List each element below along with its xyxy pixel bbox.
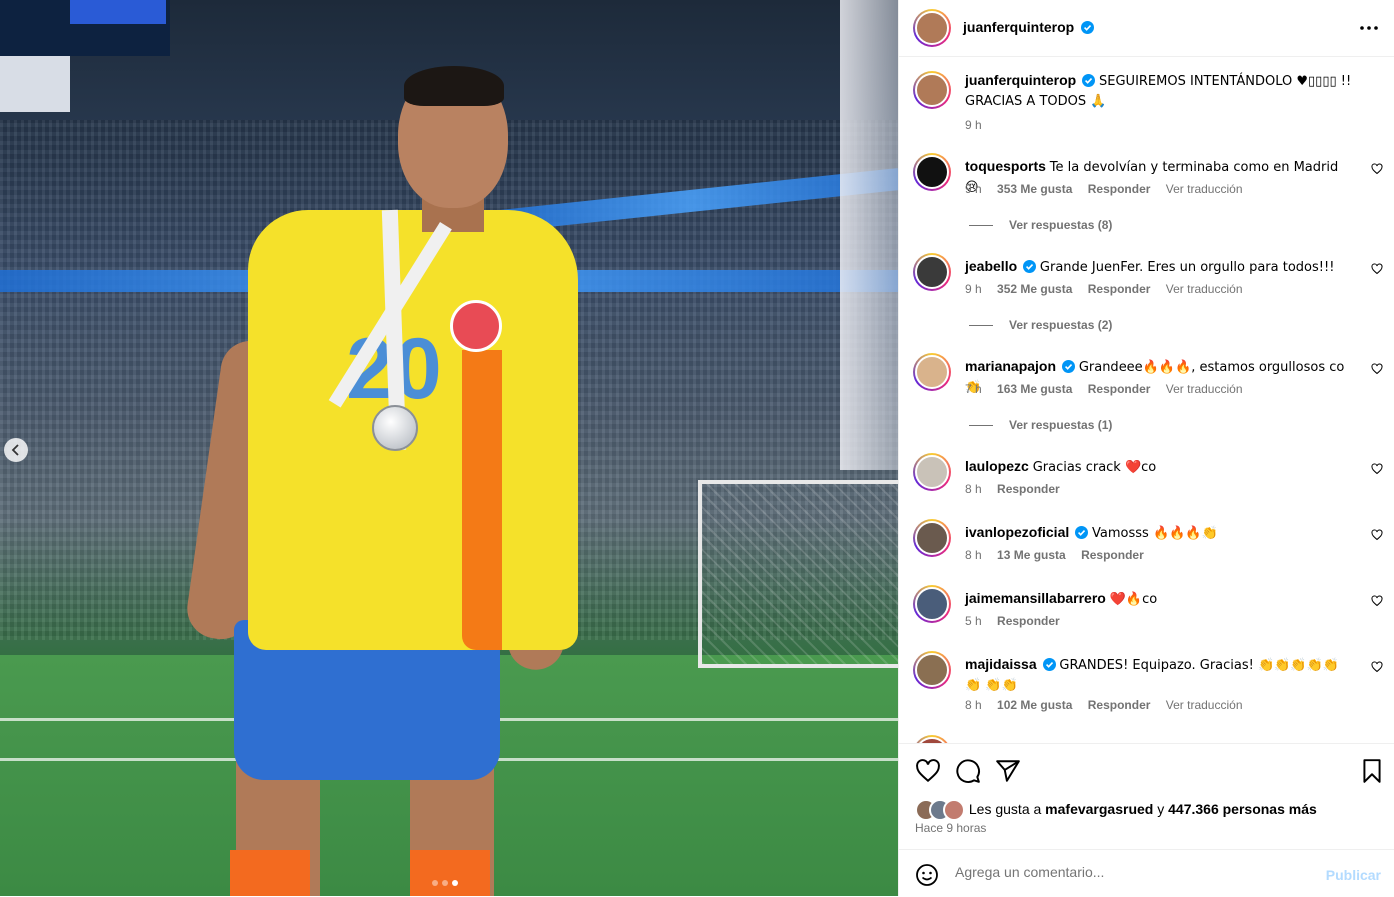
verified-icon: [1075, 526, 1089, 539]
comment-likes[interactable]: 102 Me gusta: [997, 698, 1072, 712]
comment-avatar[interactable]: [913, 519, 951, 557]
verified-icon: [1042, 658, 1056, 671]
medal: [372, 405, 418, 451]
comment-username[interactable]: laulopezc: [965, 458, 1029, 474]
stadium-panel: [0, 56, 70, 112]
author-username[interactable]: juanferquinterop: [963, 19, 1074, 35]
verified-icon: [1023, 260, 1037, 273]
verified-icon: [1061, 360, 1075, 373]
comment-avatar[interactable]: [913, 735, 951, 743]
comment-time: 5 h: [965, 614, 982, 628]
post-panel: juanferquinterop juanferquinterop SEGUIR…: [898, 0, 1394, 896]
add-comment-bar: Publicar: [899, 849, 1394, 897]
translate-link[interactable]: Ver traducción: [1166, 182, 1243, 196]
comment-avatar[interactable]: [913, 651, 951, 689]
bookmark-icon[interactable]: [1359, 758, 1385, 784]
heart-icon[interactable]: [1371, 595, 1383, 607]
author-avatar[interactable]: [913, 71, 951, 109]
likes-others[interactable]: 447.366 personas más: [1168, 801, 1317, 817]
translate-link[interactable]: Ver traducción: [1166, 698, 1243, 712]
comment-text: Grande JuenFer. Eres un orgullo para tod…: [1039, 260, 1335, 275]
comment-likes[interactable]: 353 Me gusta: [997, 182, 1072, 196]
likes-prefix: Les gusta a: [968, 801, 1042, 817]
likes-conj: y: [1157, 801, 1165, 817]
comment-avatar[interactable]: [913, 153, 951, 191]
heart-icon[interactable]: [1371, 463, 1383, 475]
reply-button[interactable]: Responder: [1088, 382, 1151, 396]
comment-username[interactable]: jeabello: [965, 258, 1017, 274]
comment-likes[interactable]: 352 Me gusta: [997, 282, 1072, 296]
comment-icon[interactable]: [955, 758, 981, 784]
emoji-icon[interactable]: [915, 863, 939, 887]
carousel-dot-active: [452, 880, 458, 886]
comment-username[interactable]: jaimemansillabarrero: [965, 590, 1106, 606]
post-actions: [899, 743, 1394, 796]
comment-time: 8 h: [965, 482, 982, 496]
comment-likes[interactable]: 13 Me gusta: [997, 548, 1066, 562]
post-photo: 20: [0, 0, 898, 896]
comment-input[interactable]: [955, 864, 1315, 880]
caption-username[interactable]: juanferquinterop: [965, 72, 1076, 88]
crest: [450, 300, 502, 352]
goal-net: [698, 480, 898, 668]
comment-username[interactable]: majidaissa: [965, 656, 1037, 672]
comment-time: 8 h: [965, 548, 982, 562]
carousel-dot: [442, 880, 448, 886]
author-avatar[interactable]: [913, 9, 951, 47]
heart-icon[interactable]: [915, 758, 941, 784]
comment-time: 9 h: [965, 182, 982, 196]
carousel-dot: [432, 880, 438, 886]
comment-username[interactable]: marianapajon: [965, 358, 1056, 374]
liker-username[interactable]: mafevargasrued: [1045, 801, 1153, 817]
comment-likes[interactable]: 163 Me gusta: [997, 382, 1072, 396]
comment-username[interactable]: toquesports: [965, 158, 1046, 174]
view-replies[interactable]: Ver respuestas (2): [969, 318, 1112, 332]
chevron-left-icon: [11, 444, 19, 456]
carousel-prev-button[interactable]: [4, 438, 28, 462]
comment-avatar[interactable]: [913, 453, 951, 491]
verified-icon: [1080, 21, 1094, 34]
reply-button[interactable]: Responder: [997, 482, 1060, 496]
verified-icon: [1082, 74, 1096, 87]
comment-time: 7 h: [965, 382, 982, 396]
heart-icon[interactable]: [1371, 529, 1383, 541]
reply-button[interactable]: Responder: [1088, 282, 1151, 296]
comment-avatar[interactable]: [913, 353, 951, 391]
heart-icon[interactable]: [1371, 263, 1383, 275]
heart-icon[interactable]: [1371, 661, 1383, 673]
comment-text: ❤️🔥co: [1109, 592, 1158, 607]
comment-username[interactable]: ivanlopezoficial: [965, 524, 1069, 540]
liker-avatars: [915, 799, 965, 821]
post-header: juanferquinterop: [899, 0, 1394, 57]
more-icon[interactable]: [1359, 18, 1379, 38]
publish-button[interactable]: Publicar: [1326, 867, 1381, 883]
player-figure: 20: [183, 60, 600, 896]
carousel-dots: [432, 880, 458, 886]
stadium-panel: [70, 0, 166, 24]
comment-time: 9 h: [965, 282, 982, 296]
caption-time: 9 h: [965, 118, 982, 132]
reply-button[interactable]: Responder: [1081, 548, 1144, 562]
comment-text: Vamosss 🔥🔥🔥👏: [1092, 526, 1218, 541]
reply-button[interactable]: Responder: [1088, 182, 1151, 196]
translate-link[interactable]: Ver traducción: [1166, 282, 1243, 296]
comment-time: 8 h: [965, 698, 982, 712]
likes-summary: Les gusta a mafevargasrued y 447.366 per…: [915, 799, 1317, 821]
translate-link[interactable]: Ver traducción: [1166, 382, 1243, 396]
pole: [840, 0, 898, 470]
reply-button[interactable]: Responder: [1088, 698, 1151, 712]
reply-button[interactable]: Responder: [997, 614, 1060, 628]
post-time: Hace 9 horas: [915, 821, 987, 835]
share-icon[interactable]: [995, 758, 1021, 784]
heart-icon[interactable]: [1371, 363, 1383, 375]
heart-icon[interactable]: [1371, 163, 1383, 175]
comment-avatar[interactable]: [913, 585, 951, 623]
comments-list[interactable]: juanferquinterop SEGUIREMOS INTENTÁNDOLO…: [899, 57, 1394, 743]
comment-text: Gracias crack ❤️co: [1032, 460, 1157, 475]
view-replies[interactable]: Ver respuestas (1): [969, 418, 1112, 432]
view-replies[interactable]: Ver respuestas (8): [969, 218, 1112, 232]
comment-avatar[interactable]: [913, 253, 951, 291]
